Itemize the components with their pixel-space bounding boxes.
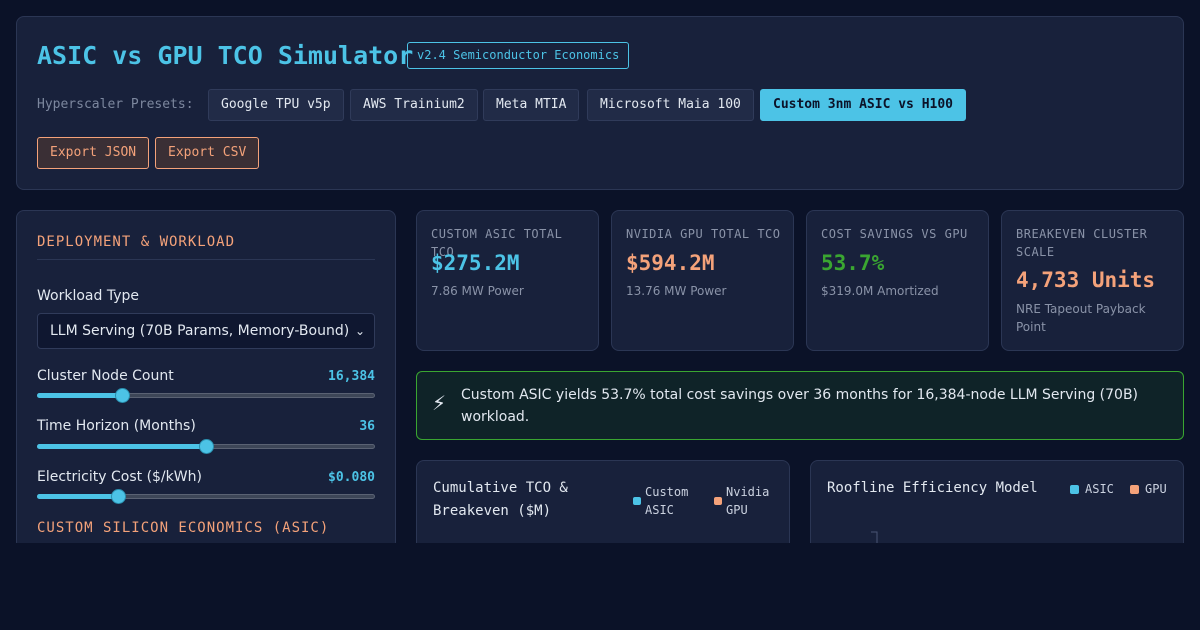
slider-fill [37, 393, 122, 398]
legend-swatch-gpu [1130, 485, 1139, 494]
preset-meta-mtia-button[interactable]: Meta MTIA [483, 89, 580, 121]
electricity-cost-value: $0.080 [328, 470, 375, 485]
electricity-cost-slider[interactable] [37, 489, 375, 504]
kpi-value: 4,733 Units [1016, 268, 1156, 292]
legend-swatch-asic [633, 497, 641, 505]
kpi-card-breakeven: BREAKEVEN CLUSTER SCALE 4,733 Units NRE … [1001, 210, 1184, 351]
legend-label-asic: ASIC [1085, 482, 1114, 496]
insight-banner: ⚡ Custom ASIC yields 53.7% total cost sa… [416, 371, 1184, 440]
app-title: ASIC vs GPU TCO Simulator [37, 41, 414, 70]
version-badge: v2.4 Semiconductor Economics [407, 42, 630, 69]
header-panel: ASIC vs GPU TCO Simulator v2.4 Semicondu… [16, 16, 1184, 190]
slider-thumb[interactable] [199, 439, 214, 454]
roofline-chart-title: Roofline Efficiency Model [827, 480, 1038, 496]
workload-type-label: Workload Type [37, 288, 139, 304]
viewport-background [0, 543, 1200, 630]
electricity-cost-label: Electricity Cost ($/kWh) [37, 469, 202, 485]
preset-google-tpu-button[interactable]: Google TPU v5p [208, 89, 344, 121]
preset-aws-trainium-button[interactable]: AWS Trainium2 [350, 89, 478, 121]
time-horizon-label: Time Horizon (Months) [37, 418, 196, 434]
node-count-value: 16,384 [328, 369, 375, 384]
kpi-subtext: $319.0M Amortized [821, 284, 939, 298]
time-horizon-value: 36 [359, 419, 375, 434]
insight-text: Custom ASIC yields 53.7% total cost savi… [461, 387, 1139, 425]
kpi-value: $275.2M [431, 251, 520, 275]
kpi-value: 53.7% [821, 251, 885, 275]
presets-label: Hyperscaler Presets: [37, 97, 194, 112]
legend-swatch-asic [1070, 485, 1079, 494]
slider-thumb[interactable] [114, 388, 130, 403]
kpi-card-cost-savings: COST SAVINGS VS GPU 53.7% $319.0M Amorti… [806, 210, 989, 351]
slider-fill [37, 494, 119, 499]
kpi-value: $594.2M [626, 251, 715, 275]
lightning-icon: ⚡ [432, 391, 447, 415]
preset-microsoft-maia-button[interactable]: Microsoft Maia 100 [587, 89, 754, 121]
deployment-section-title: DEPLOYMENT & WORKLOAD [37, 234, 236, 250]
legend-label-gpu: Nvidia GPU [726, 485, 770, 517]
kpi-label: COST SAVINGS VS GPU [821, 227, 968, 241]
export-csv-button[interactable]: Export CSV [155, 137, 260, 169]
node-count-label: Cluster Node Count [37, 368, 174, 384]
legend-label-gpu: GPU [1145, 482, 1167, 496]
section-divider [37, 259, 375, 260]
workload-type-select[interactable]: LLM Serving (70B Params, Memory-Bound) ⌄ [37, 313, 375, 349]
time-horizon-slider[interactable] [37, 439, 375, 454]
kpi-subtext: 7.86 MW Power [431, 284, 524, 298]
kpi-label: BREAKEVEN CLUSTER SCALE [1016, 227, 1148, 259]
node-count-slider[interactable] [37, 388, 375, 403]
deployment-panel: DEPLOYMENT & WORKLOAD Workload Type LLM … [16, 210, 396, 550]
legend-label-asic: Custom ASIC [645, 485, 689, 517]
asic-economics-section-title: CUSTOM SILICON ECONOMICS (ASIC) [37, 520, 330, 536]
workload-type-value: LLM Serving (70B Params, Memory-Bound) [50, 323, 350, 339]
kpi-subtext: NRE Tapeout Payback Point [1016, 302, 1146, 334]
slider-fill [37, 444, 206, 449]
legend-swatch-gpu [714, 497, 722, 505]
preset-custom-asic-button[interactable]: Custom 3nm ASIC vs H100 [760, 89, 967, 121]
kpi-subtext: 13.76 MW Power [626, 284, 727, 298]
kpi-label: NVIDIA GPU TOTAL TCO [626, 227, 781, 241]
tco-chart-title: Cumulative TCO & Breakeven ($M) [433, 480, 568, 519]
kpi-card-gpu-tco: NVIDIA GPU TOTAL TCO $594.2M 13.76 MW Po… [611, 210, 794, 351]
slider-thumb[interactable] [111, 489, 127, 504]
chevron-down-icon: ⌄ [354, 324, 365, 338]
kpi-card-asic-tco: CUSTOM ASIC TOTAL TCO $275.2M 7.86 MW Po… [416, 210, 599, 351]
export-json-button[interactable]: Export JSON [37, 137, 150, 169]
